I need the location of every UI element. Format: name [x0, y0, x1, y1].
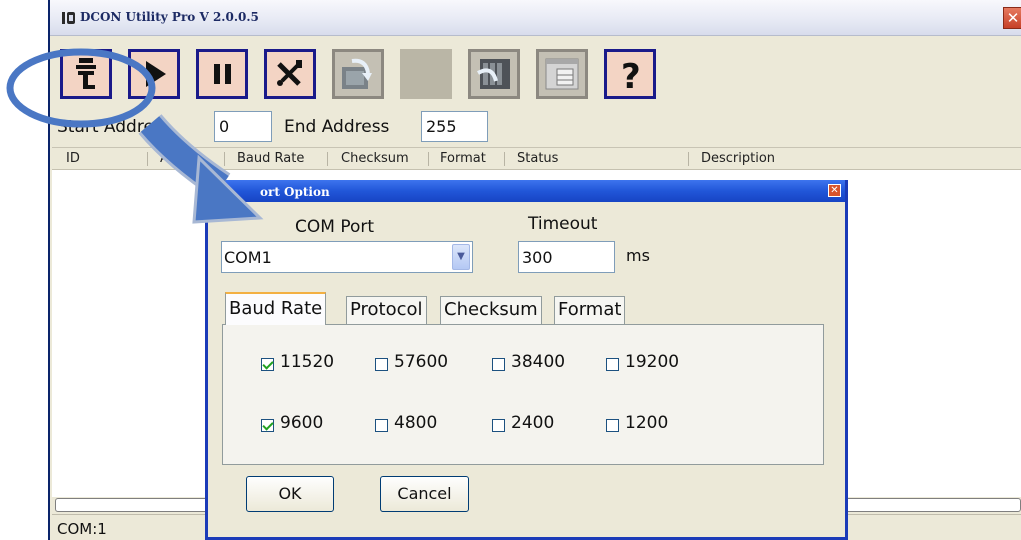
end-address-label: End Address [284, 117, 390, 137]
com-port-value: COM1 [224, 248, 272, 267]
tab-checksum[interactable]: Checksum [440, 296, 542, 324]
column-address[interactable]: Add [160, 151, 185, 166]
dialog-close-button[interactable]: ✕ [828, 184, 841, 197]
column-id[interactable]: ID [66, 151, 80, 166]
module-search-icon [342, 58, 372, 89]
cancel-button[interactable]: Cancel [380, 476, 469, 512]
start-address-label: Start Addre [57, 117, 154, 137]
com-port-select[interactable]: COM1 ▼ [221, 241, 473, 273]
baud-2400-label: 2400 [511, 413, 555, 433]
app-logo-icon [62, 11, 76, 25]
com-port-option-dialog: ort Option ✕ COM Port COM1 ▼ Timeout 300… [205, 180, 848, 540]
start-scan-button[interactable] [128, 49, 180, 99]
pause-button[interactable] [196, 49, 248, 99]
end-address-input[interactable]: 255 [421, 111, 488, 142]
checkbox-baud-4800[interactable] [375, 419, 388, 432]
help-button[interactable]: ? [604, 49, 656, 99]
tab-baud-rate[interactable]: Baud Rate [225, 292, 327, 325]
timeout-label: Timeout [528, 214, 598, 234]
chevron-down-icon[interactable]: ▼ [452, 244, 470, 270]
checkbox-baud-2400[interactable] [492, 419, 505, 432]
ok-button[interactable]: OK [246, 476, 334, 512]
pause-icon [214, 64, 231, 84]
tab-protocol[interactable]: Protocol [346, 296, 427, 324]
com-port-label: COM Port [295, 217, 375, 237]
timeout-unit: ms [626, 246, 650, 265]
checkbox-baud-19200[interactable] [606, 358, 619, 371]
baud-19200-label: 19200 [625, 352, 680, 372]
column-status[interactable]: Status [517, 151, 558, 166]
column-baud-rate[interactable]: Baud Rate [237, 151, 304, 166]
blank-toolbar-button [400, 49, 452, 99]
column-description[interactable]: Description [701, 151, 775, 166]
tools-button[interactable] [264, 49, 316, 99]
baud-11520-label: 11520 [280, 352, 335, 372]
config-window-button[interactable] [536, 49, 588, 99]
status-com-port: COM:1 [57, 520, 107, 538]
start-address-input[interactable]: 0 [214, 111, 272, 142]
checkbox-baud-57600[interactable] [375, 358, 388, 371]
checkbox-baud-11520[interactable] [261, 358, 274, 371]
baud-rate-panel: 11520 57600 38400 19200 9600 4800 2400 1… [222, 324, 824, 465]
baud-57600-label: 57600 [394, 352, 449, 372]
dialog-title: ort Option [260, 185, 330, 199]
com-port-icon [76, 58, 96, 89]
module-search-button[interactable] [332, 49, 384, 99]
checkbox-baud-38400[interactable] [492, 358, 505, 371]
column-format[interactable]: Format [440, 151, 486, 166]
window-close-button[interactable]: ✕ [1003, 7, 1021, 29]
rack-search-icon [477, 59, 510, 89]
title-bar: DCON Utility Pro V 2.0.0.5 ✕ [50, 0, 1021, 36]
tab-format[interactable]: Format [554, 296, 626, 324]
window-title: DCON Utility Pro V 2.0.0.5 [80, 10, 259, 24]
baud-4800-label: 4800 [394, 413, 438, 433]
column-checksum[interactable]: Checksum [341, 151, 409, 166]
config-window-icon [545, 58, 579, 90]
svg-text:?: ? [621, 57, 641, 93]
baud-1200-label: 1200 [625, 413, 669, 433]
baud-38400-label: 38400 [511, 352, 566, 372]
module-list-header: ID Add Baud Rate Checksum Format Status … [52, 148, 1021, 170]
rack-search-button[interactable] [468, 49, 520, 99]
checkbox-baud-9600[interactable] [261, 419, 274, 432]
help-icon: ? [621, 57, 641, 93]
tools-icon [277, 60, 302, 86]
checkbox-baud-1200[interactable] [606, 419, 619, 432]
baud-9600-label: 9600 [280, 413, 324, 433]
play-icon [146, 61, 166, 87]
timeout-input[interactable]: 300 [518, 241, 615, 273]
com-port-button[interactable] [60, 49, 112, 99]
dialog-title-bar: ort Option ✕ [208, 180, 845, 202]
